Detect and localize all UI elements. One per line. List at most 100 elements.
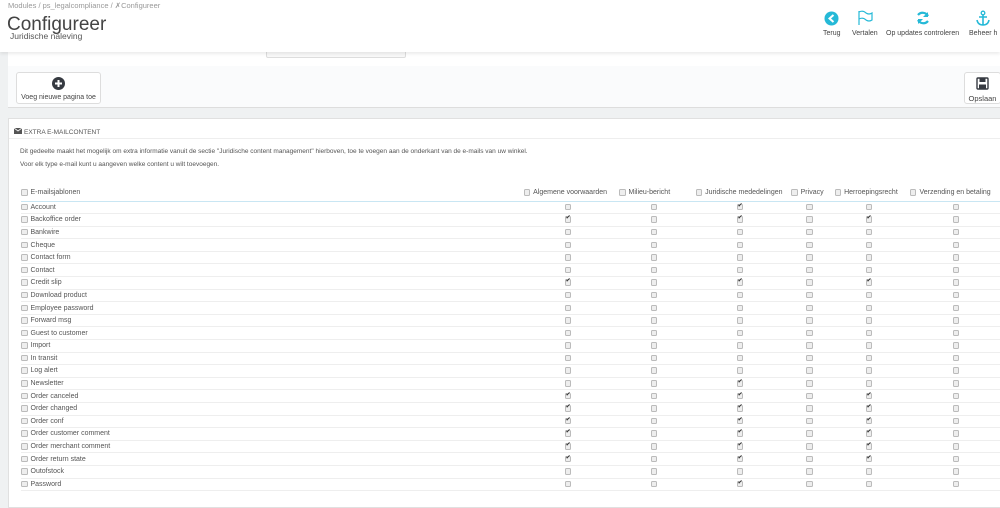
option-checkbox[interactable] — [806, 480, 813, 488]
row-checkbox[interactable] — [21, 342, 28, 349]
option-checkbox[interactable] — [952, 266, 960, 274]
option-checkbox[interactable] — [736, 354, 744, 362]
option-checkbox[interactable] — [650, 279, 658, 286]
row-checkbox[interactable] — [21, 430, 28, 437]
option-checkbox[interactable] — [806, 405, 813, 412]
row-checkbox[interactable] — [21, 317, 28, 324]
row-checkbox[interactable] — [21, 266, 28, 274]
option-checkbox[interactable] — [952, 241, 960, 249]
option-checkbox[interactable] — [865, 403, 872, 412]
row-checkbox[interactable] — [21, 468, 28, 475]
option-checkbox[interactable] — [564, 329, 572, 337]
option-checkbox[interactable] — [564, 241, 572, 249]
row-checkbox[interactable] — [21, 254, 28, 261]
option-checkbox[interactable] — [806, 455, 813, 463]
option-checkbox[interactable] — [806, 443, 813, 450]
option-checkbox[interactable] — [806, 380, 813, 387]
row-checkbox[interactable] — [21, 203, 28, 211]
option-checkbox[interactable] — [650, 241, 658, 249]
option-checkbox[interactable] — [806, 468, 813, 475]
option-checkbox[interactable] — [806, 216, 813, 223]
option-checkbox[interactable] — [650, 468, 658, 475]
option-checkbox[interactable] — [650, 228, 658, 236]
option-checkbox[interactable] — [736, 202, 744, 211]
save-button[interactable]: Opslaan — [964, 72, 1000, 104]
option-checkbox[interactable] — [806, 329, 813, 337]
option-checkbox[interactable] — [952, 380, 960, 387]
option-checkbox[interactable] — [650, 430, 658, 437]
option-checkbox[interactable] — [952, 405, 960, 412]
option-checkbox[interactable] — [650, 455, 658, 463]
option-checkbox[interactable] — [564, 254, 572, 261]
option-checkbox[interactable] — [736, 228, 744, 236]
row-checkbox[interactable] — [21, 417, 28, 425]
row-checkbox[interactable] — [21, 304, 28, 311]
select-all-checkbox[interactable] — [909, 189, 917, 196]
option-checkbox[interactable] — [736, 429, 744, 437]
option-checkbox[interactable] — [806, 266, 813, 274]
option-checkbox[interactable] — [564, 468, 572, 475]
option-checkbox[interactable] — [865, 354, 872, 362]
option-checkbox[interactable] — [650, 216, 658, 223]
select-all-checkbox[interactable] — [523, 189, 531, 196]
option-checkbox[interactable] — [736, 378, 744, 387]
option-checkbox[interactable] — [865, 429, 872, 437]
option-checkbox[interactable] — [806, 228, 813, 236]
manage-hooks-button[interactable]: Beheer h — [969, 9, 997, 37]
option-checkbox[interactable] — [564, 203, 572, 211]
option-checkbox[interactable] — [564, 214, 572, 223]
option-checkbox[interactable] — [650, 291, 658, 299]
breadcrumb-module[interactable]: ps_legalcompliance — [43, 1, 109, 10]
add-new-page-button[interactable]: Voeg nieuwe pagina toe — [16, 72, 101, 104]
row-checkbox[interactable] — [21, 380, 28, 387]
option-checkbox[interactable] — [952, 430, 960, 437]
translate-button[interactable]: Vertalen — [852, 9, 878, 37]
option-checkbox[interactable] — [736, 317, 744, 324]
option-checkbox[interactable] — [952, 417, 960, 425]
option-checkbox[interactable] — [806, 417, 813, 425]
option-checkbox[interactable] — [650, 443, 658, 450]
option-checkbox[interactable] — [650, 203, 658, 211]
option-checkbox[interactable] — [865, 214, 872, 223]
option-checkbox[interactable] — [952, 254, 960, 261]
option-checkbox[interactable] — [650, 380, 658, 387]
option-checkbox[interactable] — [564, 266, 572, 274]
option-checkbox[interactable] — [865, 203, 872, 211]
option-checkbox[interactable] — [806, 241, 813, 249]
option-checkbox[interactable] — [564, 441, 572, 450]
option-checkbox[interactable] — [865, 254, 872, 261]
option-checkbox[interactable] — [865, 228, 872, 236]
option-checkbox[interactable] — [865, 367, 872, 374]
option-checkbox[interactable] — [564, 480, 572, 488]
option-checkbox[interactable] — [736, 342, 744, 349]
option-checkbox[interactable] — [806, 367, 813, 374]
option-checkbox[interactable] — [952, 367, 960, 374]
option-checkbox[interactable] — [865, 454, 872, 463]
row-checkbox[interactable] — [21, 480, 28, 488]
option-checkbox[interactable] — [736, 403, 744, 412]
option-checkbox[interactable] — [564, 228, 572, 236]
option-checkbox[interactable] — [650, 342, 658, 349]
check-updates-button[interactable]: Op updates controleren — [886, 9, 959, 37]
option-checkbox[interactable] — [865, 480, 872, 488]
row-checkbox[interactable] — [21, 443, 28, 450]
option-checkbox[interactable] — [806, 430, 813, 437]
option-checkbox[interactable] — [650, 392, 658, 400]
option-checkbox[interactable] — [952, 468, 960, 475]
select-all-checkbox[interactable] — [834, 189, 842, 196]
row-checkbox[interactable] — [21, 216, 28, 223]
option-checkbox[interactable] — [865, 241, 872, 249]
select-all-checkbox[interactable] — [791, 189, 798, 196]
option-checkbox[interactable] — [806, 254, 813, 261]
option-checkbox[interactable] — [564, 291, 572, 299]
option-checkbox[interactable] — [806, 304, 813, 311]
option-checkbox[interactable] — [865, 441, 872, 450]
option-checkbox[interactable] — [952, 455, 960, 463]
option-checkbox[interactable] — [650, 354, 658, 362]
option-checkbox[interactable] — [952, 480, 960, 488]
option-checkbox[interactable] — [736, 479, 744, 488]
select-all-checkbox[interactable] — [695, 189, 703, 196]
option-checkbox[interactable] — [736, 241, 744, 249]
option-checkbox[interactable] — [650, 417, 658, 425]
row-checkbox[interactable] — [21, 455, 28, 463]
